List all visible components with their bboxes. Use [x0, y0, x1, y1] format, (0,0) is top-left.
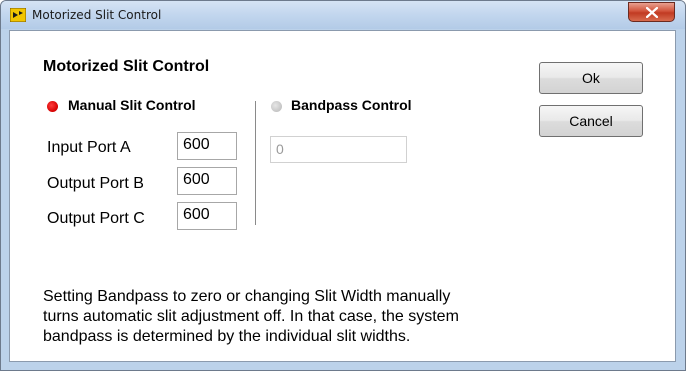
- ok-button[interactable]: Ok: [539, 62, 643, 94]
- close-icon: [646, 7, 658, 18]
- window-title: Motorized Slit Control: [32, 8, 162, 22]
- output-port-b-label: Output Port B: [47, 175, 144, 192]
- info-line: Setting Bandpass to zero or changing Sli…: [43, 288, 451, 305]
- info-line: bandpass is determined by the individual…: [43, 328, 411, 345]
- manual-slit-radio-label[interactable]: Manual Slit Control: [68, 97, 196, 113]
- manual-slit-radio-icon[interactable]: [47, 101, 58, 112]
- dialog-heading: Motorized Slit Control: [43, 58, 210, 75]
- dialog-window: Motorized Slit Control Motorized Slit Co…: [0, 0, 686, 371]
- output-port-b-field[interactable]: 600: [177, 167, 237, 195]
- output-port-c-field[interactable]: 600: [177, 202, 237, 230]
- input-port-a-field[interactable]: 600: [177, 132, 237, 160]
- bandpass-radio-icon[interactable]: [271, 101, 282, 112]
- info-text: Setting Bandpass to zero or changing Sli…: [43, 287, 563, 347]
- bandpass-radio-label[interactable]: Bandpass Control: [291, 97, 412, 113]
- input-port-a-label: Input Port A: [47, 139, 131, 156]
- dialog-body: Motorized Slit Control Manual Slit Contr…: [9, 30, 676, 362]
- title-bar[interactable]: Motorized Slit Control: [1, 1, 685, 29]
- info-line: turns automatic slit adjustment off. In …: [43, 308, 459, 325]
- close-button[interactable]: [628, 2, 675, 22]
- cancel-button[interactable]: Cancel: [539, 105, 643, 137]
- vertical-divider: [255, 101, 256, 225]
- bandpass-field[interactable]: 0: [270, 136, 407, 163]
- output-port-c-label: Output Port C: [47, 210, 145, 227]
- app-icon: [10, 8, 26, 22]
